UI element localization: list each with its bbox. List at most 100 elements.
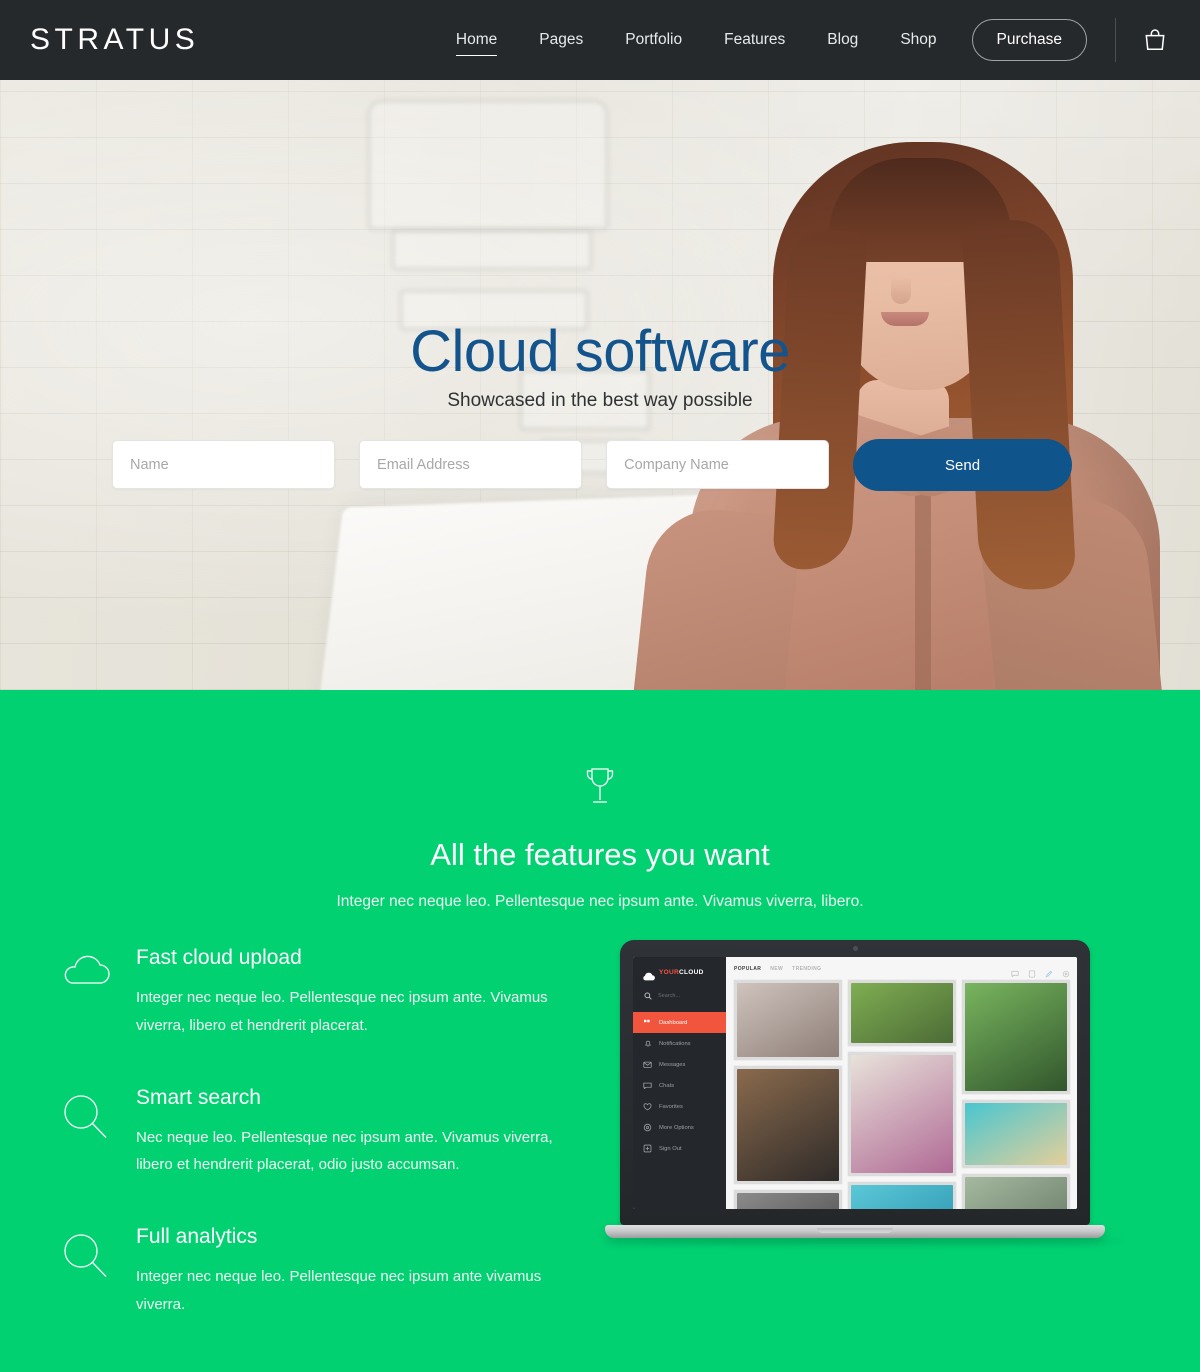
primary-nav: Home Pages Portfolio Features Blog Shop … — [435, 18, 1168, 62]
app-menu-item-favorites[interactable]: Favorites — [633, 1096, 726, 1117]
exit-icon — [643, 1144, 652, 1153]
app-toolbar — [1011, 965, 1070, 978]
photo-tile[interactable] — [734, 1066, 842, 1184]
photo-tile[interactable] — [734, 1190, 842, 1209]
cloud-icon — [60, 946, 136, 1040]
nav-item-pages[interactable]: Pages — [518, 25, 604, 55]
feature-body: Smart search Nec neque leo. Pellentesque… — [136, 1086, 570, 1180]
photo-tile[interactable] — [848, 1052, 956, 1176]
app-menu-label: Messages — [659, 1061, 686, 1068]
app-main: POPULAR NEW TRENDING — [726, 957, 1077, 1209]
search-icon — [643, 991, 652, 1000]
app-logo-text: YOURCLOUD — [659, 969, 704, 976]
app-menu-item-chats[interactable]: Chats — [633, 1075, 726, 1096]
laptop-base — [605, 1225, 1105, 1238]
photo-tile[interactable] — [962, 980, 1070, 1094]
photo-tile[interactable] — [734, 980, 842, 1060]
search-icon — [60, 1086, 136, 1180]
nav-item-portfolio[interactable]: Portfolio — [604, 25, 703, 55]
laptop-screen: YOURCLOUD Search... Dashboard Notificati… — [633, 957, 1077, 1209]
name-input[interactable] — [112, 440, 336, 489]
envelope-icon — [643, 1060, 652, 1069]
nav-item-shop[interactable]: Shop — [879, 25, 957, 55]
app-logo-cloud-text: CLOUD — [678, 969, 704, 976]
feature-text: Nec neque leo. Pellentesque nec ipsum an… — [136, 1128, 553, 1174]
nav-item-features[interactable]: Features — [703, 25, 806, 55]
send-button[interactable]: Send — [853, 439, 1073, 491]
app-tab-popular[interactable]: POPULAR — [734, 966, 761, 972]
photo-tile[interactable] — [962, 1100, 1070, 1168]
feature-title: Full analytics — [136, 1225, 258, 1248]
feature-item: Smart search Nec neque leo. Pellentesque… — [60, 1086, 570, 1180]
app-menu-label: Notifications — [659, 1040, 691, 1047]
company-input[interactable] — [606, 440, 830, 489]
photo-thumbnail — [965, 1177, 1067, 1209]
gear-icon — [643, 1123, 652, 1132]
chat-icon — [643, 1081, 652, 1090]
app-menu-item-dashboard[interactable]: Dashboard — [633, 1012, 726, 1033]
features-subtitle: Integer nec neque leo. Pellentesque nec … — [336, 893, 864, 910]
hero-contact-form: Send — [112, 439, 1073, 491]
features-title: All the features you want — [430, 837, 770, 872]
hero-section: Cloud software Showcased in the best way… — [0, 80, 1200, 690]
photo-thumbnail — [851, 983, 953, 1043]
trophy-icon — [583, 766, 617, 810]
photo-tile[interactable] — [848, 1182, 956, 1209]
app-sidebar: YOURCLOUD Search... Dashboard Notificati… — [633, 957, 726, 1209]
feature-text: Integer nec neque leo. Pellentesque nec … — [136, 989, 548, 1034]
feature-title: Smart search — [136, 1085, 261, 1109]
laptop-shadow — [605, 1239, 1125, 1244]
hero-title: Cloud software — [410, 319, 790, 384]
nav-item-home[interactable]: Home — [435, 25, 518, 56]
app-logo: YOURCLOUD — [633, 968, 726, 981]
app-logo-your: YOUR — [659, 969, 679, 976]
pencil-icon[interactable] — [1045, 965, 1053, 978]
photo-thumbnail — [737, 1069, 839, 1181]
app-tab-trending[interactable]: TRENDING — [792, 966, 821, 972]
email-input[interactable] — [359, 440, 583, 489]
photo-tile[interactable] — [848, 980, 956, 1046]
features-list: Fast cloud upload Integer nec neque leo.… — [60, 946, 570, 1365]
app-menu-item-more-options[interactable]: More Options — [633, 1117, 726, 1138]
app-menu-label: Favorites — [659, 1103, 683, 1110]
app-tab-new[interactable]: NEW — [770, 966, 783, 972]
bell-icon — [643, 1039, 652, 1048]
hero-content: Cloud software Showcased in the best way… — [0, 80, 1200, 690]
photo-thumbnail — [965, 983, 1067, 1091]
laptop-camera — [852, 946, 858, 951]
comment-icon[interactable] — [1011, 965, 1019, 978]
photo-tile[interactable] — [962, 1174, 1070, 1209]
laptop-lid: YOURCLOUD Search... Dashboard Notificati… — [620, 940, 1090, 1225]
app-menu-label: Dashboard — [659, 1019, 688, 1026]
app-search-placeholder: Search... — [658, 992, 681, 999]
photo-thumbnail — [965, 1103, 1067, 1165]
brand-logo[interactable]: STRATUS — [30, 23, 199, 57]
cloud-icon — [642, 968, 655, 981]
nav-divider — [1115, 18, 1116, 62]
feature-body: Fast cloud upload Integer nec neque leo.… — [136, 946, 570, 1040]
feature-body: Full analytics Integer nec neque leo. Pe… — [136, 1225, 570, 1319]
app-menu-label: Sign Out — [659, 1145, 682, 1152]
purchase-button[interactable]: Purchase — [971, 19, 1087, 61]
photo-grid — [734, 980, 1070, 1209]
app-menu-item-notifications[interactable]: Notifications — [633, 1033, 726, 1054]
gear-icon[interactable] — [1062, 965, 1070, 978]
bookmark-icon[interactable] — [1028, 965, 1036, 978]
photo-thumbnail — [851, 1055, 953, 1173]
photo-thumbnail — [851, 1185, 953, 1209]
app-search-input[interactable]: Search... — [633, 991, 726, 1000]
app-menu-label: Chats — [659, 1082, 675, 1089]
grid-icon — [643, 1018, 652, 1027]
app-menu-item-messages[interactable]: Messages — [633, 1054, 726, 1075]
app-menu-label: More Options — [659, 1124, 694, 1131]
search-icon — [60, 1225, 136, 1319]
photo-thumbnail — [737, 1193, 839, 1209]
feature-item: Fast cloud upload Integer nec neque leo.… — [60, 946, 570, 1040]
app-menu-item-sign-out[interactable]: Sign Out — [633, 1138, 726, 1159]
features-header: All the features you want Integer nec ne… — [0, 690, 1200, 911]
shopping-bag-icon[interactable] — [1142, 27, 1168, 53]
feature-text: Integer nec neque leo. Pellentesque nec … — [136, 1268, 542, 1313]
feature-item: Full analytics Integer nec neque leo. Pe… — [60, 1225, 570, 1319]
laptop-mockup: YOURCLOUD Search... Dashboard Notificati… — [605, 940, 1125, 1244]
nav-item-blog[interactable]: Blog — [806, 25, 879, 55]
